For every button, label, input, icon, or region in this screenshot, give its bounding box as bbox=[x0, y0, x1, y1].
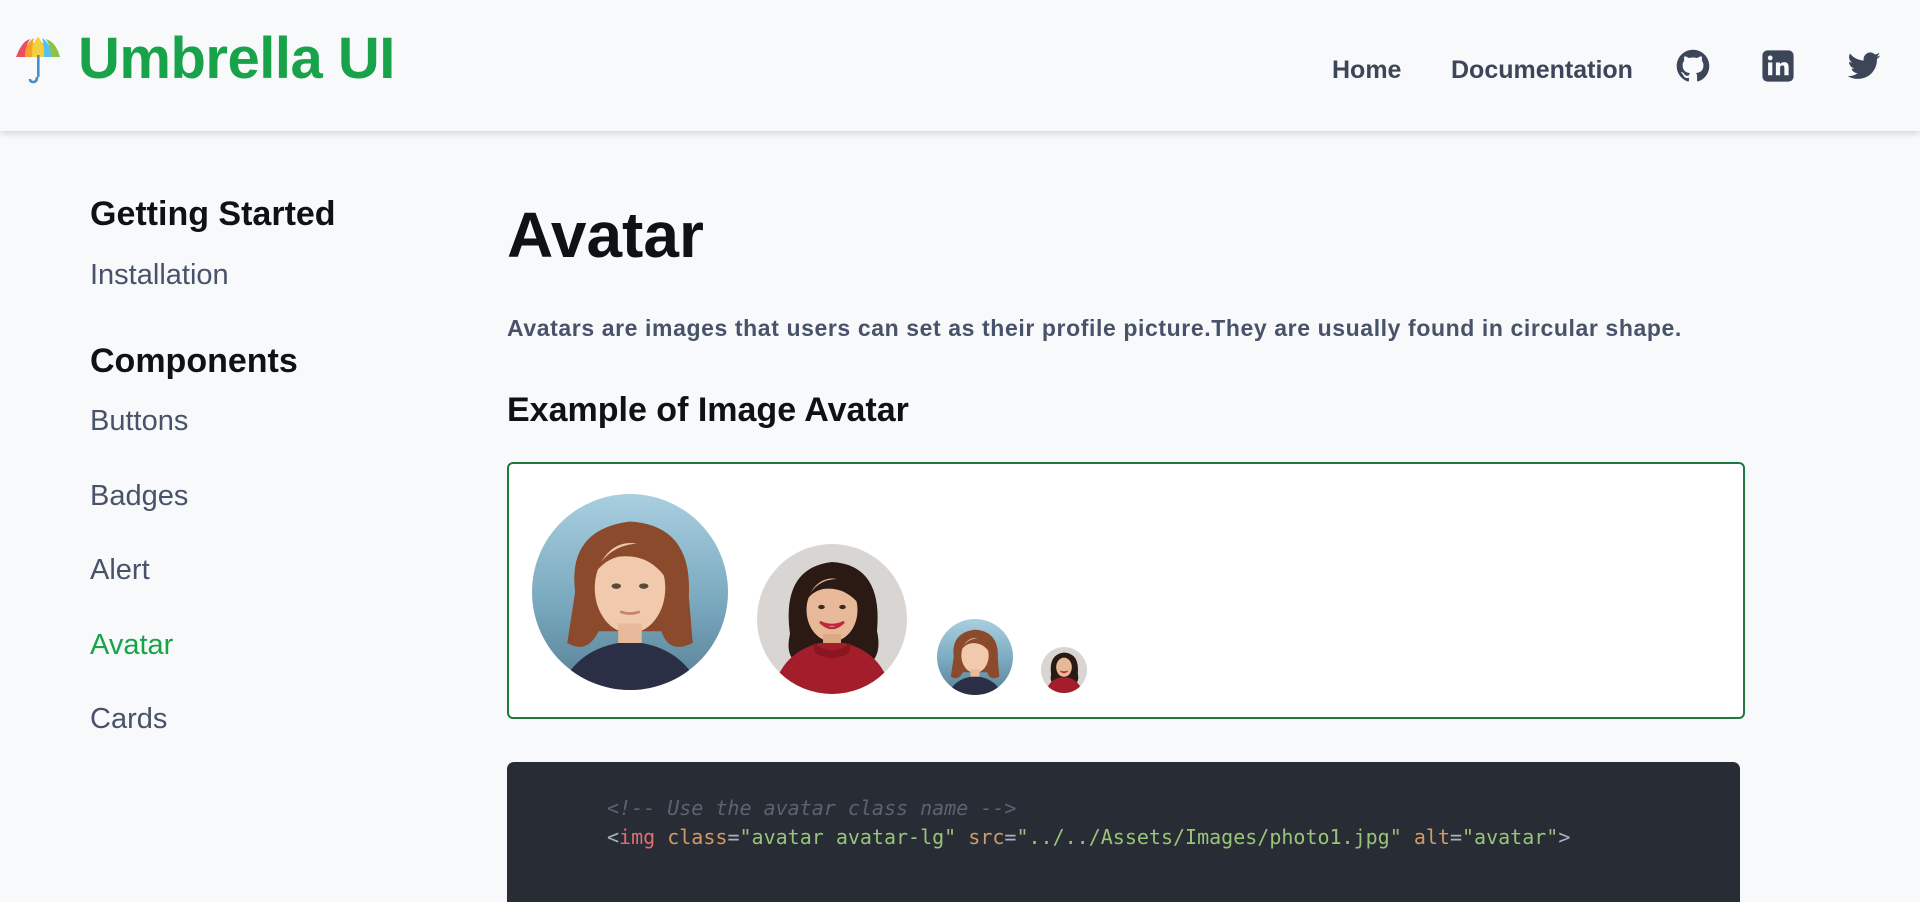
nav-documentation-link[interactable]: Documentation bbox=[1451, 56, 1633, 85]
sidebar-item-installation[interactable]: Installation bbox=[90, 261, 229, 290]
code-line-img: <img class="avatar avatar-lg" src="../..… bbox=[607, 825, 1571, 849]
avatar-large bbox=[532, 494, 728, 690]
code-comment: <!-- Use the avatar class name --> bbox=[607, 796, 1017, 820]
sidebar-item-avatar[interactable]: Avatar bbox=[90, 631, 173, 660]
code-block: <!-- Use the avatar class name --> <img … bbox=[507, 762, 1740, 902]
umbrella-icon bbox=[12, 33, 64, 85]
linkedin-icon[interactable] bbox=[1761, 49, 1795, 83]
nav-home-link[interactable]: Home bbox=[1332, 56, 1401, 85]
page-description: Avatars are images that users can set as… bbox=[507, 315, 1682, 341]
sidebar-heading-components: Components bbox=[90, 342, 298, 380]
top-navbar: Umbrella UI Home Documentation bbox=[0, 0, 1920, 131]
page-title: Avatar bbox=[507, 199, 704, 271]
twitter-icon[interactable] bbox=[1847, 49, 1881, 83]
avatar-medium bbox=[757, 544, 907, 694]
sidebar-item-cards[interactable]: Cards bbox=[90, 705, 167, 734]
sidebar-heading-getting-started: Getting Started bbox=[90, 195, 336, 233]
brand-title: Umbrella UI bbox=[78, 26, 395, 91]
github-icon[interactable] bbox=[1676, 49, 1710, 83]
brand-link[interactable]: Umbrella UI bbox=[12, 30, 395, 88]
avatar-extra-small bbox=[1041, 647, 1087, 693]
avatar-small bbox=[937, 619, 1013, 695]
sidebar-item-alert[interactable]: Alert bbox=[90, 556, 150, 585]
avatar-example-box bbox=[507, 462, 1745, 719]
sidebar-item-buttons[interactable]: Buttons bbox=[90, 407, 188, 436]
example-heading: Example of Image Avatar bbox=[507, 391, 909, 429]
sidebar-item-badges[interactable]: Badges bbox=[90, 482, 188, 511]
